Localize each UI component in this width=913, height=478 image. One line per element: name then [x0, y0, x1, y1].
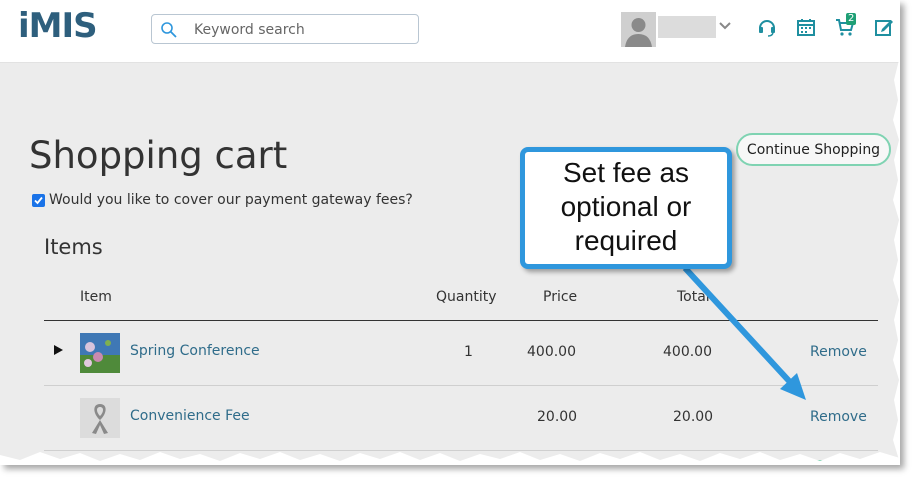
annotation-callout: Set fee as optional or required — [520, 147, 732, 269]
app-frame: iMIS Keyword search 2 Shopping cart Cont… — [0, 0, 900, 465]
callout-line: optional or — [560, 191, 692, 222]
callout-line: Set fee as — [562, 157, 690, 188]
callout-arrow — [682, 265, 806, 400]
callout-line: required — [574, 225, 678, 256]
